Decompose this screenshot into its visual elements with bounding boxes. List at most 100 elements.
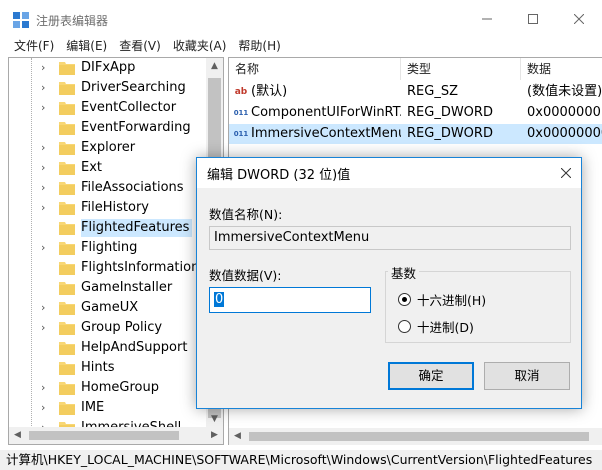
scroll-up-icon[interactable]: ▲ bbox=[206, 58, 223, 75]
tree-item-label: Ext bbox=[81, 160, 103, 175]
chevron-right-icon[interactable]: › bbox=[41, 201, 53, 215]
value-name-cell: (默认) bbox=[251, 84, 288, 99]
chevron-right-icon[interactable]: › bbox=[41, 161, 53, 175]
value-data-cell: 0x00000000 bbox=[527, 126, 602, 141]
dword-value-icon: 011 bbox=[233, 130, 249, 138]
value-row[interactable]: 011 ComponentUIForWinRT... REG_DWORD 0x0000… bbox=[229, 103, 602, 123]
tree-item[interactable]: EventForwarding bbox=[9, 118, 209, 138]
menu-help[interactable]: 帮助(H) bbox=[232, 36, 286, 56]
folder-icon bbox=[59, 282, 75, 295]
menu-favorites[interactable]: 收藏夹(A) bbox=[167, 36, 233, 56]
column-header-type[interactable]: 类型 bbox=[401, 58, 521, 80]
menu-bar: 文件(F) 编辑(E) 查看(V) 收藏夹(A) 帮助(H) bbox=[0, 36, 602, 56]
list-horizontal-scrollbar[interactable]: ◀ bbox=[229, 428, 602, 445]
ok-button[interactable]: 确定 bbox=[388, 362, 474, 390]
registry-key-tree[interactable]: › DIFxApp › DriverSearching › EventCollector E… bbox=[8, 57, 224, 445]
maximize-button[interactable] bbox=[510, 0, 556, 38]
tree-item[interactable]: Hints bbox=[9, 358, 209, 378]
folder-icon bbox=[59, 342, 75, 355]
tree-item[interactable]: › Ext bbox=[9, 158, 209, 178]
tree-item[interactable]: › Flighting bbox=[9, 238, 209, 258]
folder-icon bbox=[59, 142, 75, 155]
tree-item-label: Explorer bbox=[81, 140, 136, 155]
string-value-icon: ab bbox=[234, 87, 248, 97]
column-header-data[interactable]: 数据 bbox=[521, 58, 602, 80]
folder-icon bbox=[59, 102, 75, 115]
value-row[interactable]: 011 ImmersiveContextMenu REG_DWORD 0x000000… bbox=[229, 124, 602, 144]
value-name-cell: ComponentUIForWinRT... bbox=[251, 105, 401, 120]
chevron-right-icon[interactable]: › bbox=[41, 81, 53, 95]
close-icon bbox=[560, 167, 572, 179]
radio-hex-label: 十六进制(H) bbox=[417, 292, 487, 308]
value-data-cell: 0x00000001 bbox=[527, 105, 602, 120]
tree-item[interactable]: HelpAndSupport bbox=[9, 338, 209, 358]
chevron-right-icon[interactable]: › bbox=[41, 141, 53, 155]
tree-item-label: DriverSearching bbox=[81, 80, 186, 95]
dialog-title: 编辑 DWORD (32 位)值 bbox=[207, 168, 351, 183]
radio-hex[interactable]: 十六进制(H) bbox=[398, 290, 486, 308]
tree-item[interactable]: › DriverSearching bbox=[9, 78, 209, 98]
tree-item[interactable]: › DIFxApp bbox=[9, 58, 209, 78]
tree-item[interactable]: › IME bbox=[9, 398, 209, 418]
chevron-right-icon[interactable]: › bbox=[41, 321, 53, 335]
chevron-right-icon[interactable]: › bbox=[41, 101, 53, 115]
status-bar-path: 计算机\HKEY_LOCAL_MACHINE\SOFTWARE\Microsof… bbox=[0, 450, 602, 470]
tree-item[interactable]: › FileHistory bbox=[9, 198, 209, 218]
registry-editor-icon bbox=[13, 12, 29, 28]
tree-item-label: IME bbox=[81, 400, 105, 415]
tree-item-label: FileHistory bbox=[81, 200, 150, 215]
dialog-title-bar: 编辑 DWORD (32 位)值 bbox=[197, 158, 581, 188]
close-button[interactable] bbox=[556, 0, 602, 38]
menu-edit[interactable]: 编辑(E) bbox=[60, 36, 113, 56]
tree-item[interactable]: › GameUX bbox=[9, 298, 209, 318]
folder-icon bbox=[59, 182, 75, 195]
tree-item[interactable]: › Explorer bbox=[9, 138, 209, 158]
minimize-button[interactable] bbox=[464, 0, 510, 38]
scroll-down-icon[interactable]: ▼ bbox=[206, 411, 223, 428]
chevron-right-icon[interactable]: › bbox=[41, 401, 53, 415]
value-type-cell: REG_DWORD bbox=[407, 105, 493, 120]
tree-item[interactable]: › FileAssociations bbox=[9, 178, 209, 198]
value-data-input[interactable]: 0 bbox=[209, 287, 371, 313]
scroll-thumb[interactable] bbox=[29, 431, 179, 440]
scroll-left-icon[interactable]: ◀ bbox=[229, 428, 246, 445]
column-header-name[interactable]: 名称 bbox=[229, 58, 401, 80]
chevron-right-icon[interactable]: › bbox=[41, 381, 53, 395]
radio-checked-icon[interactable] bbox=[398, 292, 411, 306]
folder-icon bbox=[59, 62, 75, 75]
menu-file[interactable]: 文件(F) bbox=[8, 36, 60, 56]
scroll-left-icon[interactable]: ◀ bbox=[9, 427, 26, 444]
chevron-right-icon[interactable]: › bbox=[41, 241, 53, 255]
tree-item[interactable]: › HomeGroup bbox=[9, 378, 209, 398]
tree-item[interactable]: FlightsInformation bbox=[9, 258, 209, 278]
tree-item-label: DIFxApp bbox=[81, 60, 136, 75]
title-bar: 注册表编辑器 bbox=[0, 0, 602, 38]
folder-icon bbox=[59, 82, 75, 95]
base-label: 基数 bbox=[388, 263, 420, 282]
edit-dword-dialog: 编辑 DWORD (32 位)值 数值名称(N): ImmersiveConte… bbox=[196, 157, 582, 409]
tree-item-label: FlightedFeatures bbox=[81, 219, 193, 237]
radio-decimal[interactable]: 十进制(D) bbox=[398, 317, 474, 335]
radio-unchecked-icon[interactable] bbox=[398, 319, 411, 333]
chevron-right-icon[interactable]: › bbox=[41, 301, 53, 315]
dialog-close-button[interactable] bbox=[551, 158, 581, 188]
tree-item-label: GameUX bbox=[81, 300, 139, 315]
tree-item[interactable]: GameInstaller bbox=[9, 278, 209, 298]
scroll-thumb[interactable] bbox=[249, 432, 589, 441]
tree-item[interactable]: FlightedFeatures bbox=[9, 218, 209, 238]
folder-icon bbox=[59, 402, 75, 415]
chevron-right-icon[interactable]: › bbox=[41, 181, 53, 195]
menu-view[interactable]: 查看(V) bbox=[113, 36, 167, 56]
tree-horizontal-scrollbar[interactable]: ◀ ▶ bbox=[9, 427, 223, 444]
dword-value-icon: 011 bbox=[233, 109, 249, 117]
chevron-right-icon[interactable]: › bbox=[41, 61, 53, 75]
folder-icon bbox=[59, 122, 75, 135]
tree-item[interactable]: › EventCollector bbox=[9, 98, 209, 118]
value-row[interactable]: ab (默认) REG_SZ (数值未设置) bbox=[229, 82, 602, 102]
maximize-icon bbox=[528, 14, 538, 24]
cancel-button[interactable]: 取消 bbox=[484, 362, 570, 390]
scroll-right-icon[interactable]: ▶ bbox=[206, 427, 223, 444]
tree-item-label: EventForwarding bbox=[81, 120, 191, 135]
tree-item-label: Hints bbox=[81, 360, 115, 375]
tree-item[interactable]: › Group Policy bbox=[9, 318, 209, 338]
